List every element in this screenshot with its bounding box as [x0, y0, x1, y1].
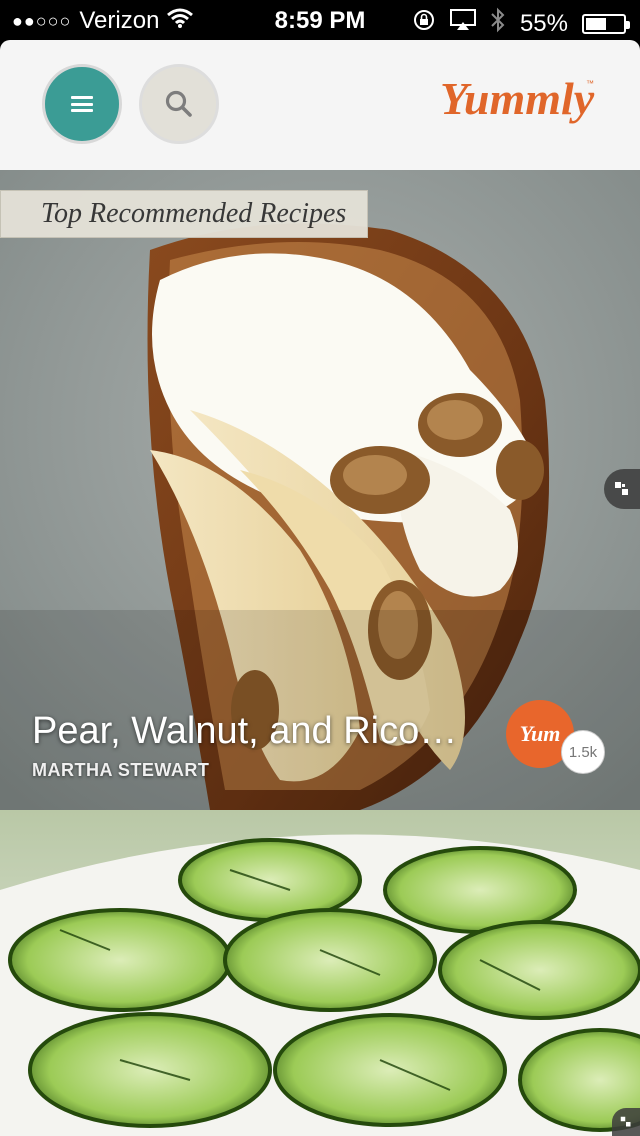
section-label: Top Recommended Recipes [0, 190, 368, 238]
bluetooth-icon [490, 7, 506, 40]
recipe-title[interactable]: Pear, Walnut, and Rico… [32, 710, 472, 753]
yum-count-badge: 1.5k [561, 730, 605, 774]
recipe-source[interactable]: MARTHA STEWART [32, 760, 209, 781]
collections-icon [615, 482, 628, 495]
airplay-icon [449, 9, 476, 38]
battery-percent: 55% [519, 9, 568, 37]
recipe-card[interactable] [0, 810, 640, 1136]
recipe-card[interactable]: Top Recommended Recipes Pear, Walnut, an… [0, 170, 640, 810]
svg-text:™: ™ [586, 79, 594, 88]
logo-text: Yummly [440, 73, 595, 124]
status-bar: ●●○○○ Verizon 8:59 PM 55% [0, 0, 640, 40]
menu-button[interactable] [42, 64, 122, 144]
battery-level [586, 17, 606, 30]
search-button[interactable] [139, 64, 219, 144]
search-icon [165, 90, 192, 117]
app-header: Yummly ™ [0, 40, 640, 170]
expand-button[interactable] [612, 1108, 640, 1136]
hamburger-menu-icon [71, 96, 93, 112]
recipe-photo [0, 810, 640, 1136]
collections-icon [620, 1116, 631, 1127]
yummly-logo[interactable]: Yummly ™ [436, 70, 600, 145]
rotation-lock-icon [412, 8, 436, 39]
expand-button[interactable] [604, 469, 640, 509]
battery-icon [582, 13, 630, 34]
